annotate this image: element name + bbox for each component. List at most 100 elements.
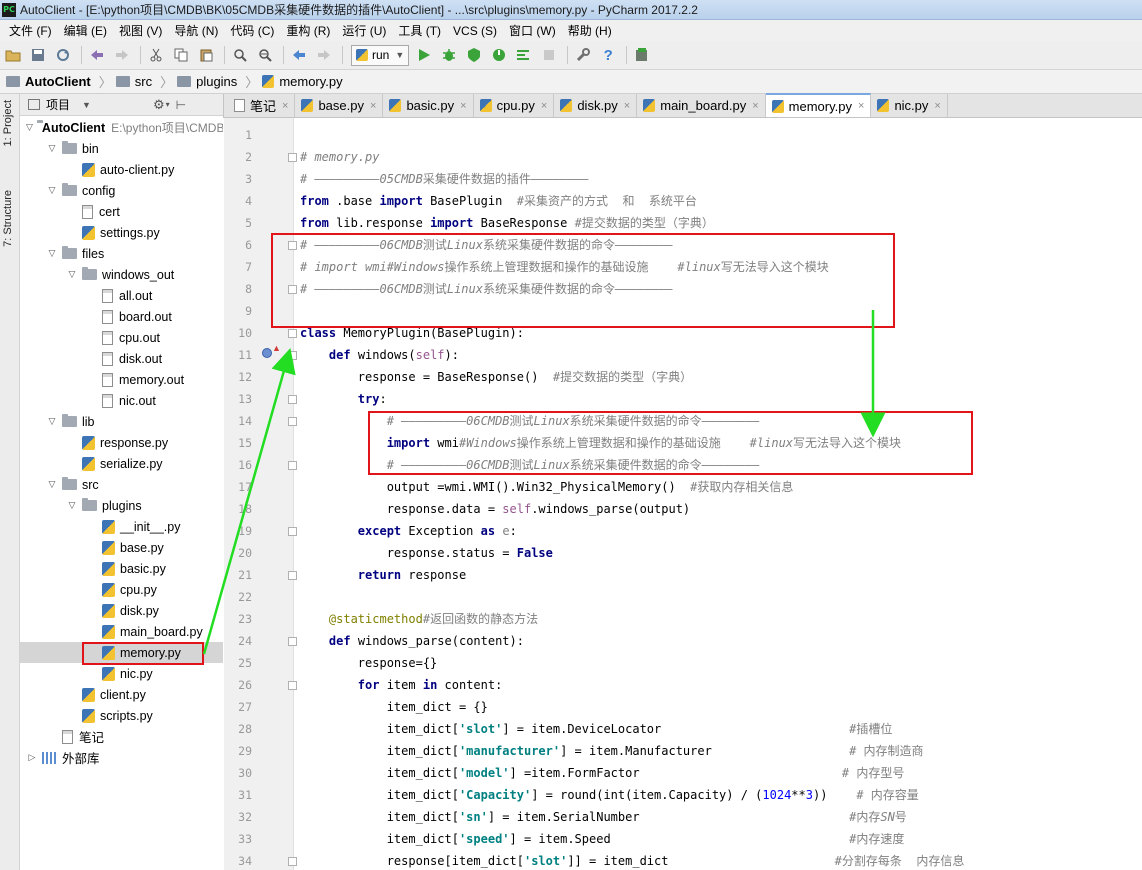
close-icon[interactable]: × xyxy=(460,100,466,112)
expanded-arrow-icon[interactable]: ▽ xyxy=(66,269,78,280)
fold-marker-icon[interactable] xyxy=(288,527,297,536)
sync-icon[interactable] xyxy=(52,44,74,66)
help-icon[interactable]: ? xyxy=(597,44,619,66)
close-icon[interactable]: × xyxy=(858,100,864,112)
fold-marker-icon[interactable] xyxy=(288,857,297,866)
concurrency-icon[interactable] xyxy=(513,44,535,66)
menu-item[interactable]: 帮助 (H) xyxy=(562,22,618,39)
tree-item[interactable]: ▽ plugins xyxy=(20,495,223,516)
back-icon[interactable] xyxy=(288,44,310,66)
menu-item[interactable]: 重构 (R) xyxy=(280,22,336,39)
menu-item[interactable]: 导航 (N) xyxy=(168,22,224,39)
paste-icon[interactable] xyxy=(195,44,217,66)
menu-item[interactable]: 文件 (F) xyxy=(3,22,58,39)
code-line[interactable]: response = BaseResponse() #提交数据的类型（字典） xyxy=(300,366,692,388)
menu-item[interactable]: 工具 (T) xyxy=(392,22,447,39)
code-line[interactable]: from lib.response import BaseResponse #提… xyxy=(300,212,714,234)
tree-item[interactable]: ▷ 外部库 xyxy=(20,747,223,768)
tree-item[interactable]: cert xyxy=(20,201,223,222)
code-line[interactable]: # memory.py xyxy=(300,146,379,168)
copy-icon[interactable] xyxy=(170,44,192,66)
code-line[interactable]: item_dict['slot'] = item.DeviceLocator #… xyxy=(300,718,893,740)
editor-tab[interactable]: main_board.py × xyxy=(637,94,766,117)
structure-tool-tab[interactable]: 7: Structure xyxy=(2,190,14,247)
coverage-icon[interactable] xyxy=(463,44,485,66)
tree-item[interactable]: client.py xyxy=(20,684,223,705)
gear-icon[interactable]: ⚙ xyxy=(153,97,165,113)
tree-item[interactable]: ▽ files xyxy=(20,243,223,264)
fold-marker-icon[interactable] xyxy=(288,461,297,470)
code-line[interactable]: return response xyxy=(300,564,466,586)
tree-item[interactable]: nic.py xyxy=(20,663,223,684)
code-line[interactable]: item_dict['sn'] = item.SerialNumber #内存S… xyxy=(300,806,907,828)
expanded-arrow-icon[interactable]: ▽ xyxy=(46,479,58,490)
editor-tab[interactable]: nic.py × xyxy=(871,94,948,117)
code-line[interactable]: @staticmethod#返回函数的静态方法 xyxy=(300,608,538,630)
find-icon[interactable] xyxy=(229,44,251,66)
editor-tab[interactable]: base.py × xyxy=(295,94,384,117)
fold-marker-icon[interactable] xyxy=(288,571,297,580)
save-all-icon[interactable] xyxy=(27,44,49,66)
fold-marker-icon[interactable] xyxy=(288,395,297,404)
code-line[interactable]: item_dict = {} xyxy=(300,696,488,718)
tree-item[interactable]: ▽ windows_out xyxy=(20,264,223,285)
open-folder-icon[interactable] xyxy=(2,44,24,66)
expanded-arrow-icon[interactable]: ▽ xyxy=(46,248,58,259)
debug-icon[interactable] xyxy=(438,44,460,66)
tree-item[interactable]: serialize.py xyxy=(20,453,223,474)
profile-icon[interactable] xyxy=(488,44,510,66)
tree-item[interactable]: ▽ bin xyxy=(20,138,223,159)
tree-item[interactable]: response.py xyxy=(20,432,223,453)
tree-item[interactable]: settings.py xyxy=(20,222,223,243)
code-line[interactable]: response.data = self.windows_parse(outpu… xyxy=(300,498,690,520)
fold-marker-icon[interactable] xyxy=(288,637,297,646)
breadcrumb-item[interactable]: src xyxy=(115,74,156,89)
tree-item[interactable]: disk.py xyxy=(20,600,223,621)
undo-icon[interactable] xyxy=(86,44,108,66)
cut-icon[interactable] xyxy=(145,44,167,66)
tree-item[interactable]: scripts.py xyxy=(20,705,223,726)
tree-item[interactable]: nic.out xyxy=(20,390,223,411)
override-method-icon[interactable] xyxy=(262,348,272,358)
fold-marker-icon[interactable] xyxy=(288,417,297,426)
menu-item[interactable]: 编辑 (E) xyxy=(58,22,113,39)
code-line[interactable]: # —————————05CMDB采集硬件数据的插件———————— xyxy=(300,168,589,190)
close-icon[interactable]: × xyxy=(934,100,940,112)
code-line[interactable]: try: xyxy=(300,388,387,410)
tree-item[interactable]: disk.out xyxy=(20,348,223,369)
fold-marker-icon[interactable] xyxy=(288,153,297,162)
hide-panel-icon[interactable]: ⊢ xyxy=(176,98,186,112)
tree-item[interactable]: board.out xyxy=(20,306,223,327)
tree-item[interactable]: ▽ lib xyxy=(20,411,223,432)
tree-item[interactable]: ▽ AutoClient E:\python项目\CMDB\BK xyxy=(20,117,223,138)
close-icon[interactable]: × xyxy=(541,100,547,112)
replace-icon[interactable] xyxy=(254,44,276,66)
code-line[interactable]: output =wmi.WMI().Win32_PhysicalMemory()… xyxy=(300,476,794,498)
tree-item[interactable]: memory.out xyxy=(20,369,223,390)
code-line[interactable]: item_dict['speed'] = item.Speed #内存速度 xyxy=(300,828,905,850)
editor-tab[interactable]: 笔记 × xyxy=(228,94,296,117)
tree-item[interactable]: base.py xyxy=(20,537,223,558)
fold-marker-icon[interactable] xyxy=(288,681,297,690)
editor-tab[interactable]: cpu.py × xyxy=(473,94,555,117)
chevron-down-icon[interactable]: ▼ xyxy=(82,100,91,110)
run-icon[interactable] xyxy=(413,44,435,66)
settings-wrench-icon[interactable] xyxy=(572,44,594,66)
close-icon[interactable]: × xyxy=(624,100,630,112)
expanded-arrow-icon[interactable]: ▽ xyxy=(46,143,58,154)
code-line[interactable]: except Exception as e: xyxy=(300,520,517,542)
code-line[interactable]: item_dict['Capacity'] = round(int(item.C… xyxy=(300,784,919,806)
close-icon[interactable]: × xyxy=(370,100,376,112)
tree-item[interactable]: cpu.out xyxy=(20,327,223,348)
breadcrumb-item[interactable]: AutoClient xyxy=(6,74,95,89)
code-line[interactable]: response.status = False xyxy=(300,542,553,564)
menu-item[interactable]: VCS (S) xyxy=(447,24,503,38)
expanded-arrow-icon[interactable]: ▽ xyxy=(66,500,78,511)
close-icon[interactable]: × xyxy=(282,100,288,112)
tree-item[interactable]: auto-client.py xyxy=(20,159,223,180)
redo-icon[interactable] xyxy=(111,44,133,66)
fold-marker-icon[interactable] xyxy=(288,329,297,338)
stop-icon[interactable] xyxy=(538,44,560,66)
expanded-arrow-icon[interactable]: ▽ xyxy=(46,185,58,196)
editor-tab[interactable]: basic.py × xyxy=(383,94,474,117)
